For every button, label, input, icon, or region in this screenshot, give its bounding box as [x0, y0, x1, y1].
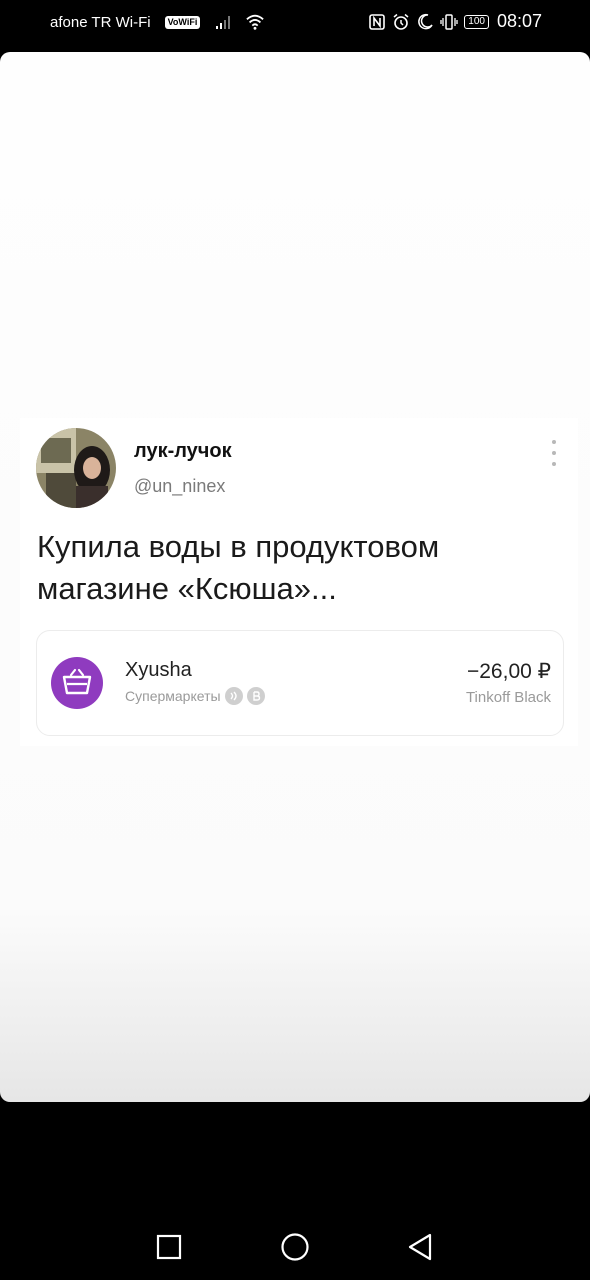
- status-bar: afone TR Wi-Fi VoWiFi 100 08:07: [0, 0, 590, 46]
- basket-icon: [62, 668, 92, 695]
- carrier-label: afone TR Wi-Fi: [50, 13, 151, 31]
- clock: 08:07: [496, 11, 542, 31]
- nfc-icon: [369, 13, 386, 30]
- vowifi-badge: VoWiFi: [164, 15, 201, 29]
- merchant-logo: [51, 657, 103, 709]
- category-label: Супермаркеты: [125, 688, 221, 704]
- alarm-icon: [393, 13, 409, 30]
- display-name: лук-лучок: [134, 440, 232, 462]
- more-dot-icon: [552, 462, 556, 466]
- more-dot-icon: [552, 451, 556, 455]
- battery-indicator: 100: [464, 14, 489, 29]
- vibrate-icon: [440, 13, 458, 30]
- more-options-button[interactable]: [544, 440, 564, 466]
- transaction-card: Xyusha Супермаркеты −26,00 ₽ Tinkoff Bla…: [36, 630, 564, 736]
- user-handle: @un_ninex: [134, 476, 226, 496]
- navigation-bar: [0, 1210, 590, 1280]
- tweet-screenshot: лук-лучок @un_ninex Купила воды в продук…: [20, 418, 578, 746]
- signal-icon: [216, 16, 231, 29]
- moon-icon: [418, 13, 433, 29]
- transaction-amount: −26,00 ₽: [466, 660, 551, 683]
- card-name: Tinkoff Black: [465, 689, 551, 706]
- wifi-icon: [246, 14, 265, 30]
- category-row: Супермаркеты: [125, 687, 265, 705]
- cashback-icon: [246, 687, 265, 705]
- tweet-text: Купила воды в продуктовом магазине «Ксюш…: [37, 529, 440, 606]
- circle-home-icon[interactable]: [280, 1232, 310, 1262]
- triangle-back-icon[interactable]: [406, 1232, 434, 1262]
- avatar: [36, 428, 116, 508]
- merchant-name: Xyusha: [125, 659, 192, 681]
- square-recents-icon[interactable]: [156, 1234, 182, 1260]
- avatar-image: [36, 428, 116, 508]
- image-viewer: лук-лучок @un_ninex Купила воды в продук…: [0, 52, 590, 1102]
- contactless-icon: [224, 687, 243, 705]
- more-dot-icon: [552, 440, 556, 444]
